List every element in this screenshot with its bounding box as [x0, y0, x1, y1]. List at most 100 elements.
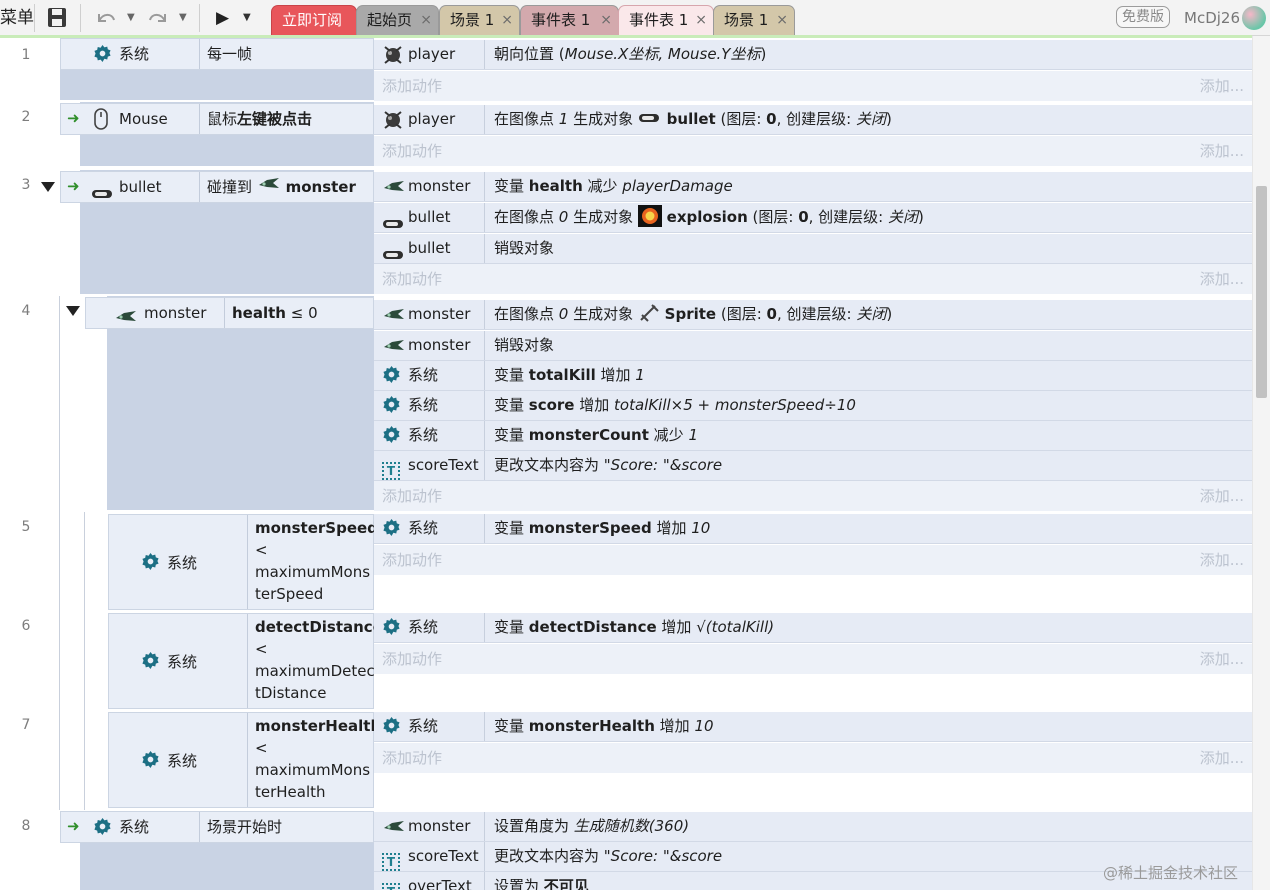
action-text-part: 变量 [494, 177, 529, 195]
condition-row[interactable]: ➜ 系统 场景开始时 [60, 811, 374, 843]
condition-object: 系统 [119, 818, 150, 836]
add-more-link[interactable]: 添加... [1200, 136, 1244, 166]
add-more-link[interactable]: 添加... [1200, 743, 1244, 773]
action-row[interactable]: 系统 变量 totalKill 增加 1 [374, 361, 1252, 391]
action-text: 朝向位置 (Mouse.X坐标, Mouse.Y坐标) [494, 40, 766, 69]
action-row[interactable]: bullet 销毁对象 [374, 234, 1252, 264]
condition-row[interactable]: ➜ bullet 碰撞到 monster [60, 171, 374, 203]
divider [247, 713, 248, 807]
divider [224, 298, 225, 328]
action-row[interactable]: monster 销毁对象 [374, 331, 1252, 361]
condition-object: monster [144, 304, 207, 322]
action-row[interactable]: monster 设置角度为 生成随机数(360) [374, 812, 1252, 842]
condition-row[interactable]: monster health ≤ 0 [85, 297, 374, 329]
action-text: 销毁对象 [494, 234, 554, 263]
close-icon[interactable]: ⨯ [501, 6, 513, 35]
condition-text-part: maximumDetec [255, 662, 375, 680]
add-more-link[interactable]: 添加... [1200, 644, 1244, 674]
add-more-link[interactable]: 添加... [1200, 264, 1244, 294]
username[interactable]: McDj26 [1184, 0, 1240, 36]
play-icon[interactable]: ▶ [216, 0, 229, 36]
add-more-link[interactable]: 添加... [1200, 71, 1244, 101]
add-action-row[interactable]: 添加动作 添加... [374, 545, 1252, 575]
save-icon[interactable] [46, 0, 68, 36]
condition-row[interactable]: 系统 每一帧 [60, 38, 374, 70]
add-action-row[interactable]: 添加动作 添加... [374, 71, 1252, 101]
action-text-variable: score [528, 396, 575, 414]
redo-dropdown-icon[interactable]: ▼ [179, 0, 187, 36]
action-row[interactable]: monster 变量 health 减少 playerDamage [374, 172, 1252, 202]
play-dropdown-icon[interactable]: ▼ [243, 0, 251, 36]
tab-start-page[interactable]: 起始页 ⨯ [356, 5, 439, 36]
action-text-param: playerDamage [622, 177, 733, 195]
vertical-scrollbar[interactable] [1252, 36, 1270, 890]
gear-icon [141, 651, 160, 674]
collapse-toggle-icon[interactable] [66, 306, 80, 316]
tab-event-sheet-1-active[interactable]: 事件表 1 ⨯ [618, 5, 714, 36]
monster-sprite-icon [257, 178, 281, 196]
add-action-row[interactable]: 添加动作 添加... [374, 481, 1252, 511]
add-action-link[interactable]: 添加动作 [382, 644, 442, 674]
collapse-toggle-icon[interactable] [41, 182, 55, 192]
nesting-line [84, 512, 85, 810]
action-object: 系统 [382, 712, 490, 741]
condition-row[interactable]: 系统 monsterHealth < maximumMons terHealth [108, 712, 381, 808]
action-row[interactable]: 系统 变量 score 增加 totalKill×5 + monsterSpee… [374, 391, 1252, 421]
action-row[interactable]: TscoreText 更改文本内容为 "Score: "&score [374, 451, 1252, 481]
gear-icon [382, 395, 401, 424]
tab-event-sheet-1[interactable]: 事件表 1 ⨯ [520, 5, 619, 36]
divider [247, 614, 248, 708]
action-row[interactable]: monster 在图像点 0 生成对象 Sprite (图层: 0, 创建层级:… [374, 300, 1252, 330]
monster-sprite-icon [382, 816, 406, 845]
action-object: bullet [382, 203, 490, 232]
action-text: 变量 totalKill 增加 1 [494, 361, 645, 390]
action-row[interactable]: 系统 变量 detectDistance 增加 √(totalKill) [374, 613, 1252, 643]
redo-icon[interactable] [146, 0, 170, 36]
action-row[interactable]: 系统 变量 monsterCount 减少 1 [374, 421, 1252, 451]
free-edition-badge[interactable]: 免费版 [1116, 6, 1170, 28]
action-row[interactable]: bullet 在图像点 0 生成对象 explosion (图层: 0, 创建层… [374, 203, 1252, 233]
add-action-link[interactable]: 添加动作 [382, 743, 442, 773]
action-row[interactable]: 系统 变量 monsterHealth 增加 10 [374, 712, 1252, 742]
action-text-part: 变量 [494, 426, 529, 444]
action-text-part: (图层: [715, 110, 767, 128]
add-action-link[interactable]: 添加动作 [382, 481, 442, 511]
action-text-part: 在图像点 [494, 208, 559, 226]
add-more-link[interactable]: 添加... [1200, 481, 1244, 511]
undo-dropdown-icon[interactable]: ▼ [127, 0, 135, 36]
condition-row[interactable]: 系统 detectDistance < maximumDetec tDistan… [108, 613, 383, 709]
avatar[interactable] [1242, 6, 1266, 30]
condition-row[interactable]: 系统 monsterSpeed < maximumMons terSpeed [108, 514, 378, 610]
menu-button[interactable]: 菜单 [0, 0, 34, 36]
sprite-sword-icon [638, 304, 660, 323]
add-action-row[interactable]: 添加动作 添加... [374, 743, 1252, 773]
action-row[interactable]: player 朝向位置 (Mouse.X坐标, Mouse.Y坐标) [374, 40, 1252, 70]
condition-row[interactable]: ➜ Mouse 鼠标左键被点击 [60, 103, 374, 135]
tab-scene-1b[interactable]: 场景 1 ⨯ [713, 5, 795, 36]
action-row[interactable]: player 在图像点 1 生成对象 bullet (图层: 0, 创建层级: … [374, 105, 1252, 135]
undo-icon[interactable] [94, 0, 118, 36]
action-text-part: 生成对象 [568, 110, 638, 128]
add-action-row[interactable]: 添加动作 添加... [374, 264, 1252, 294]
add-action-link[interactable]: 添加动作 [382, 71, 442, 101]
divider [484, 40, 485, 69]
add-action-row[interactable]: 添加动作 添加... [374, 644, 1252, 674]
add-action-link[interactable]: 添加动作 [382, 264, 442, 294]
close-icon[interactable]: ⨯ [600, 6, 612, 35]
condition-text-variable: detectDistance [255, 618, 383, 636]
close-icon[interactable]: ⨯ [776, 6, 788, 35]
action-row[interactable]: 系统 变量 monsterSpeed 增加 10 [374, 514, 1252, 544]
close-icon[interactable]: ⨯ [695, 6, 707, 35]
add-action-link[interactable]: 添加动作 [382, 136, 442, 166]
add-action-link[interactable]: 添加动作 [382, 545, 442, 575]
add-action-row[interactable]: 添加动作 添加... [374, 136, 1252, 166]
row-number: 4 [21, 303, 31, 319]
condition-text-part: terSpeed [255, 585, 324, 603]
action-object: 系统 [382, 361, 490, 390]
add-more-link[interactable]: 添加... [1200, 545, 1244, 575]
tab-scene-1[interactable]: 场景 1 ⨯ [439, 5, 520, 36]
divider [247, 515, 248, 609]
close-icon[interactable]: ⨯ [420, 6, 432, 35]
tab-subscribe[interactable]: 立即订阅 [271, 5, 357, 36]
scrollbar-thumb[interactable] [1256, 186, 1267, 398]
